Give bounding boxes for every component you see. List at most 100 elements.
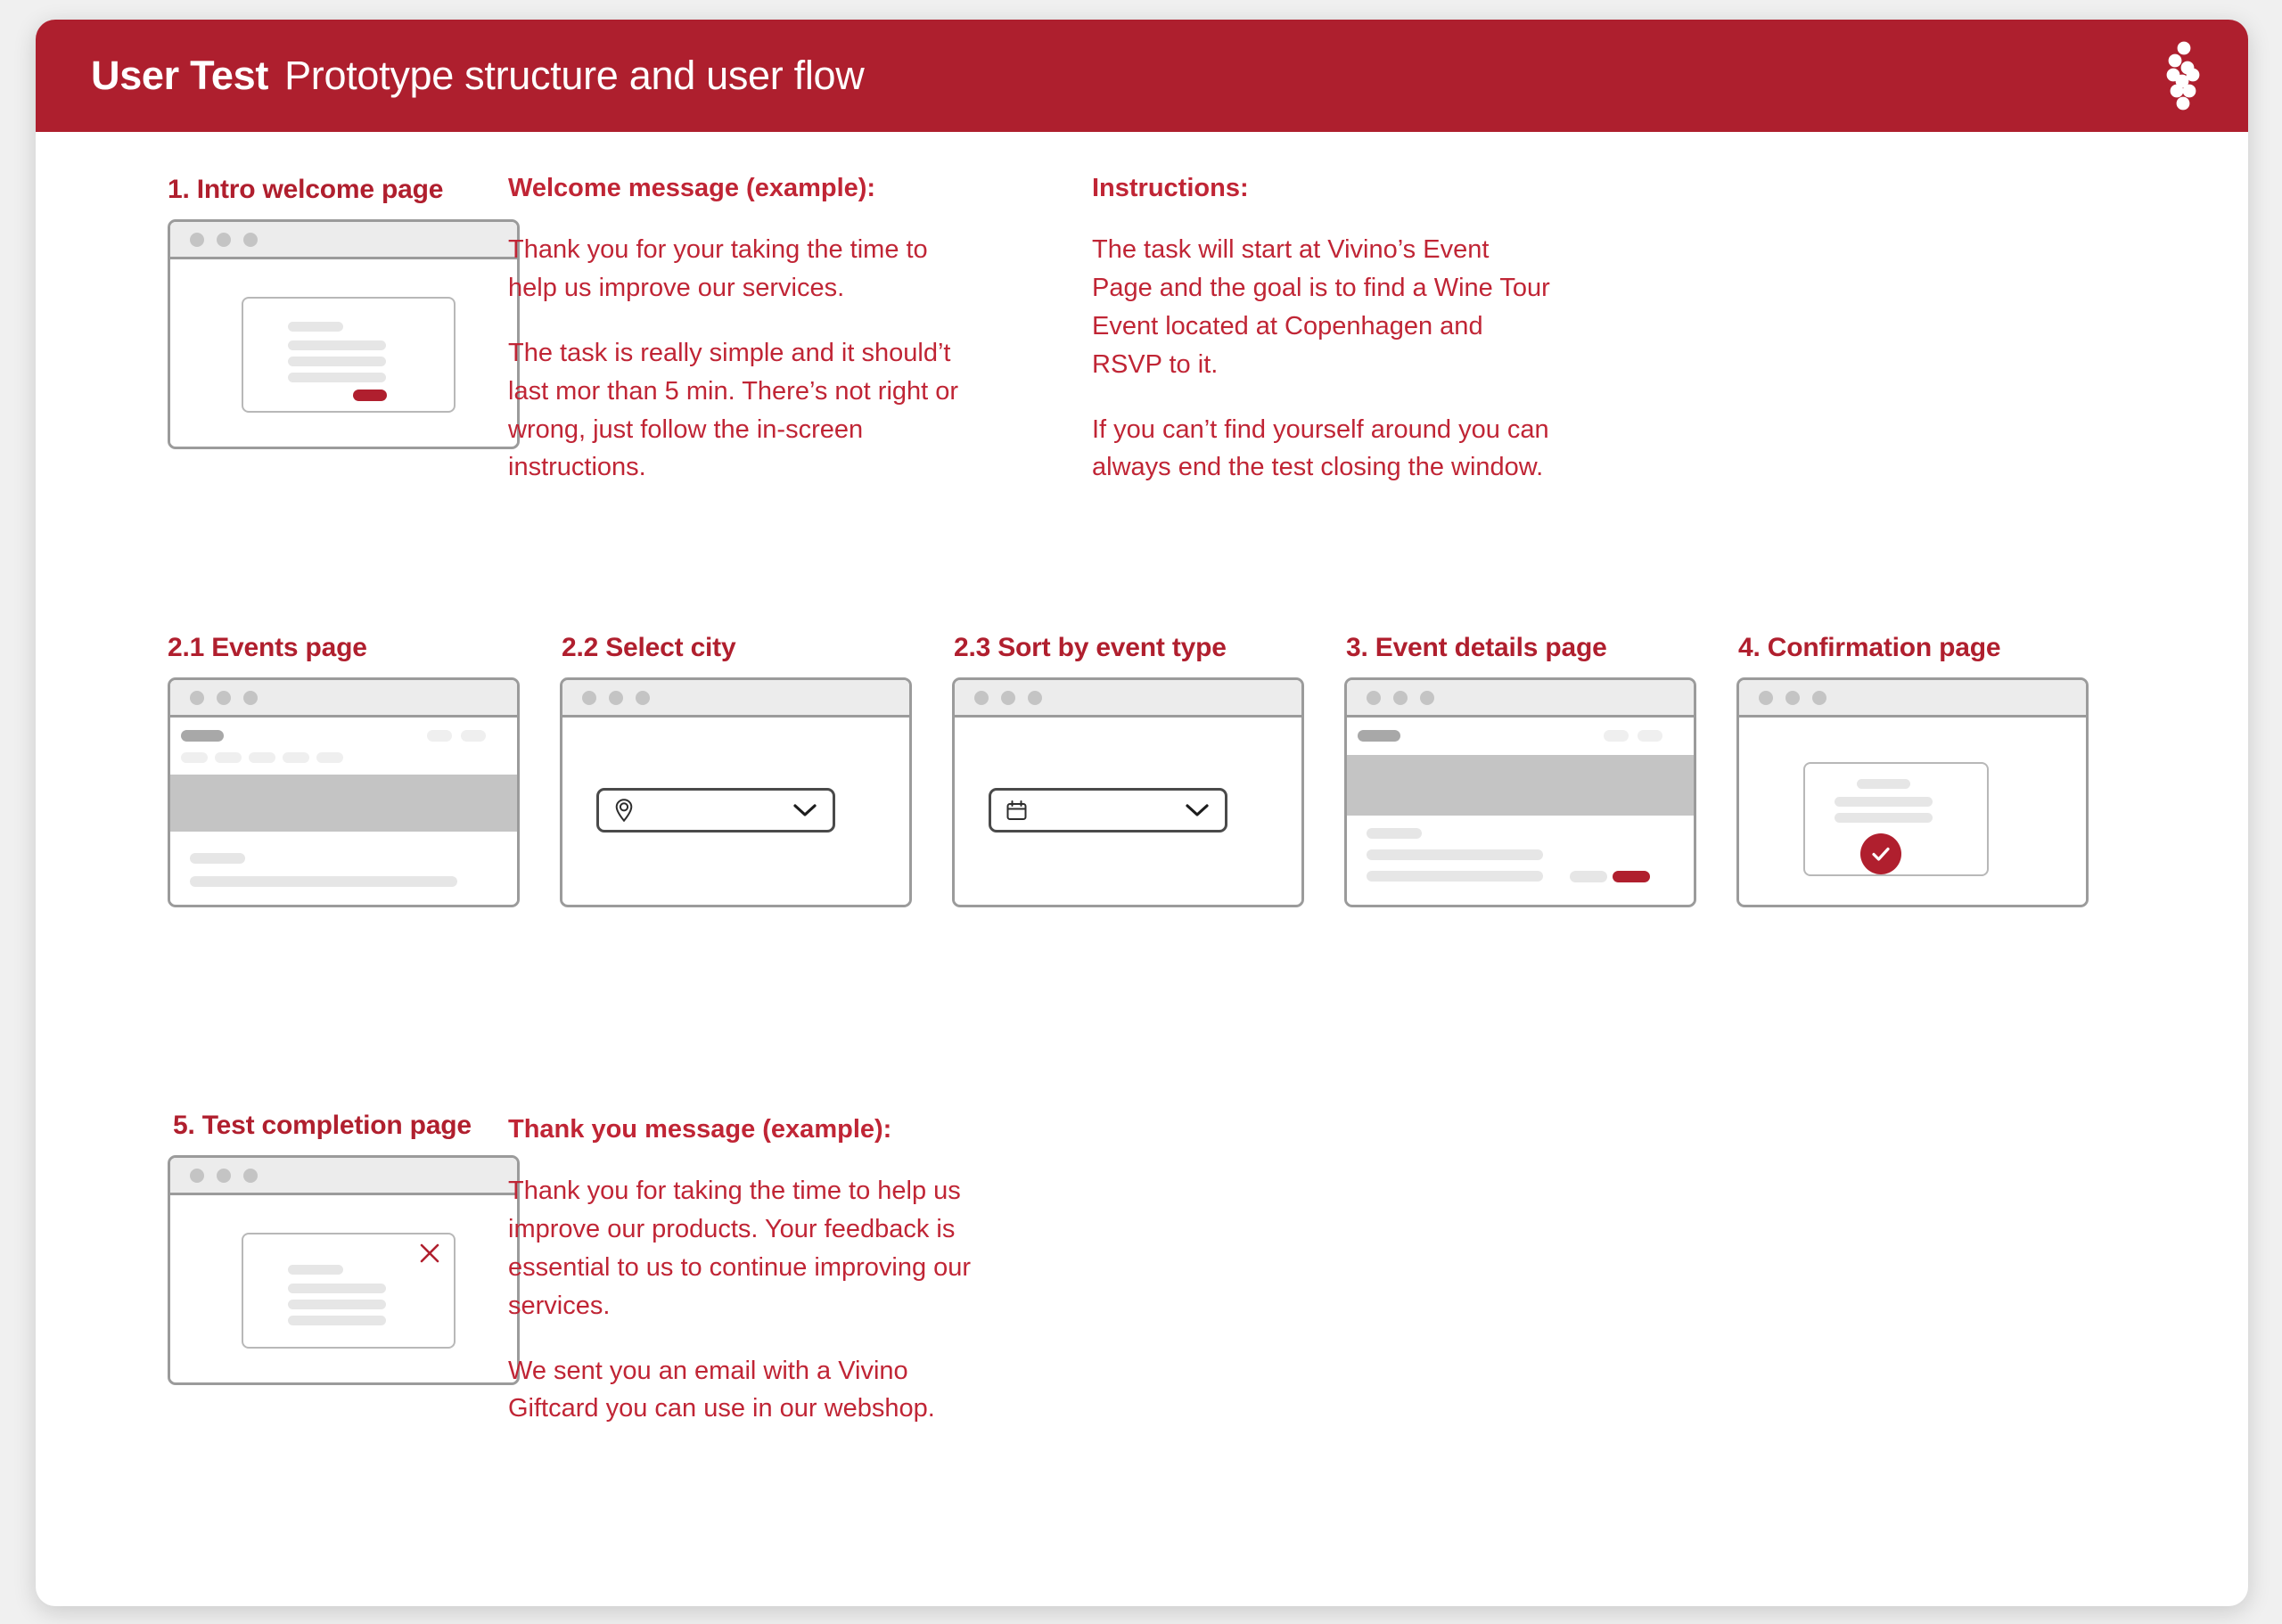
browser-viewport (562, 718, 909, 902)
browser-titlebar (955, 680, 1301, 718)
browser-viewport (955, 718, 1301, 902)
browser-titlebar (562, 680, 909, 718)
wireframe-test-completion-page (168, 1155, 520, 1385)
placeholder-title-bar (288, 1265, 343, 1275)
section-label-sort-by-event-type: 2.3 Sort by event type (954, 633, 1227, 662)
slide-header: User Test Prototype structure and user f… (36, 20, 2248, 132)
chevron-down-icon (1186, 803, 1209, 817)
instructions-paragraph-2: If you can’t find yourself around you ca… (1092, 414, 1549, 482)
thank-you-message-heading: Thank you message (example): (508, 1115, 892, 1144)
event-description-placeholder (1367, 871, 1543, 882)
window-dot-minimize-icon (1001, 690, 1015, 705)
section-heading-placeholder (190, 853, 245, 864)
header-title-group: User Test Prototype structure and user f… (91, 53, 865, 99)
thank-you-message-paragraph-1: Thank you for taking the time to help us… (508, 1176, 972, 1320)
browser-viewport (170, 718, 517, 902)
browser-titlebar (170, 680, 517, 718)
section-label-event-details-page: 3. Event details page (1346, 633, 1607, 662)
nav-item-placeholder[interactable] (1604, 730, 1629, 742)
window-dot-maximize-icon (243, 232, 258, 247)
instructions-paragraph-1: The task will start at Vivino’s Event Pa… (1092, 234, 1550, 379)
wireframe-select-city (560, 677, 912, 907)
confirmation-modal (1803, 762, 1989, 876)
section-label-events-page: 2.1 Events page (168, 633, 367, 662)
wireframe-sort-by-event-type (952, 677, 1304, 907)
wireframe-intro-welcome-page (168, 219, 520, 449)
filter-chip-placeholder[interactable] (316, 752, 343, 763)
filter-chip-placeholder[interactable] (181, 752, 208, 763)
placeholder-title-bar (1857, 779, 1910, 789)
hero-banner-placeholder (170, 775, 517, 832)
check-circle-icon (1860, 833, 1901, 874)
vivino-grape-logo (2155, 41, 2202, 111)
close-x-icon[interactable] (418, 1242, 441, 1265)
secondary-action-button[interactable] (1570, 871, 1607, 882)
logo-placeholder (181, 730, 224, 742)
window-dot-close-icon (190, 1168, 204, 1183)
window-dot-maximize-icon (243, 1168, 258, 1183)
slide-body: 1. Intro welcome page Welcome message (e… (36, 132, 2248, 1606)
page-subtitle: Prototype structure and user flow (284, 53, 865, 98)
window-dot-close-icon (1367, 690, 1381, 705)
completion-modal (242, 1233, 456, 1349)
rsvp-button[interactable] (1613, 871, 1650, 882)
wireframe-event-details-page (1344, 677, 1696, 907)
event-hero-image-placeholder (1347, 755, 1694, 816)
browser-titlebar (170, 1158, 517, 1195)
filter-chip-placeholder[interactable] (215, 752, 242, 763)
calendar-icon (1006, 800, 1028, 822)
event-title-placeholder (1367, 828, 1422, 839)
browser-viewport (170, 1195, 517, 1380)
window-dot-maximize-icon (1812, 690, 1826, 705)
city-select-dropdown[interactable] (596, 788, 835, 833)
slide-card: User Test Prototype structure and user f… (36, 20, 2248, 1606)
window-dot-close-icon (190, 690, 204, 705)
browser-viewport (1347, 718, 1694, 902)
placeholder-text-bar (288, 1316, 386, 1325)
page-title: User Test (91, 53, 269, 98)
section-label-confirmation-page: 4. Confirmation page (1738, 633, 2001, 662)
placeholder-text-bar (1835, 797, 1933, 807)
nav-item-placeholder[interactable] (461, 730, 486, 742)
window-dot-minimize-icon (1393, 690, 1408, 705)
instructions-block: Instructions: The task will start at Viv… (1092, 169, 1556, 487)
window-dot-minimize-icon (1785, 690, 1800, 705)
placeholder-text-bar (288, 1284, 386, 1293)
thank-you-message-block: Thank you message (example): Thank you f… (508, 1111, 972, 1428)
wireframe-confirmation-page (1736, 677, 2089, 907)
window-dot-close-icon (190, 232, 204, 247)
welcome-message-paragraph-2: The task is really simple and it should’… (508, 338, 959, 482)
window-dot-close-icon (1759, 690, 1773, 705)
welcome-message-block: Welcome message (example): Thank you for… (508, 169, 981, 487)
chevron-down-icon (793, 803, 817, 817)
location-pin-icon (613, 798, 635, 823)
window-dot-maximize-icon (1420, 690, 1434, 705)
window-dot-maximize-icon (243, 690, 258, 705)
placeholder-text-bar (288, 373, 386, 382)
slide-canvas: User Test Prototype structure and user f… (36, 20, 2248, 1606)
primary-action-button[interactable] (353, 390, 387, 401)
filter-chip-placeholder[interactable] (283, 752, 309, 763)
nav-item-placeholder[interactable] (427, 730, 452, 742)
browser-viewport (170, 259, 517, 444)
window-dot-close-icon (582, 690, 596, 705)
nav-item-placeholder[interactable] (1638, 730, 1662, 742)
section-label-select-city: 2.2 Select city (562, 633, 736, 662)
window-dot-maximize-icon (1028, 690, 1042, 705)
browser-titlebar (1347, 680, 1694, 718)
browser-titlebar (1739, 680, 2086, 718)
placeholder-text-bar (288, 357, 386, 366)
event-list-row-placeholder[interactable] (190, 876, 457, 887)
window-dot-maximize-icon (636, 690, 650, 705)
filter-chip-placeholder[interactable] (249, 752, 275, 763)
placeholder-text-bar (288, 1300, 386, 1309)
instructions-heading: Instructions: (1092, 174, 1249, 202)
event-type-select-dropdown[interactable] (989, 788, 1227, 833)
welcome-message-paragraph-1: Thank you for your taking the time to he… (508, 234, 928, 302)
placeholder-text-bar (288, 340, 386, 350)
section-label-test-completion-page: 5. Test completion page (173, 1111, 472, 1140)
placeholder-text-bar (1835, 813, 1933, 823)
window-dot-minimize-icon (217, 1168, 231, 1183)
window-dot-minimize-icon (217, 690, 231, 705)
browser-titlebar (170, 222, 517, 259)
